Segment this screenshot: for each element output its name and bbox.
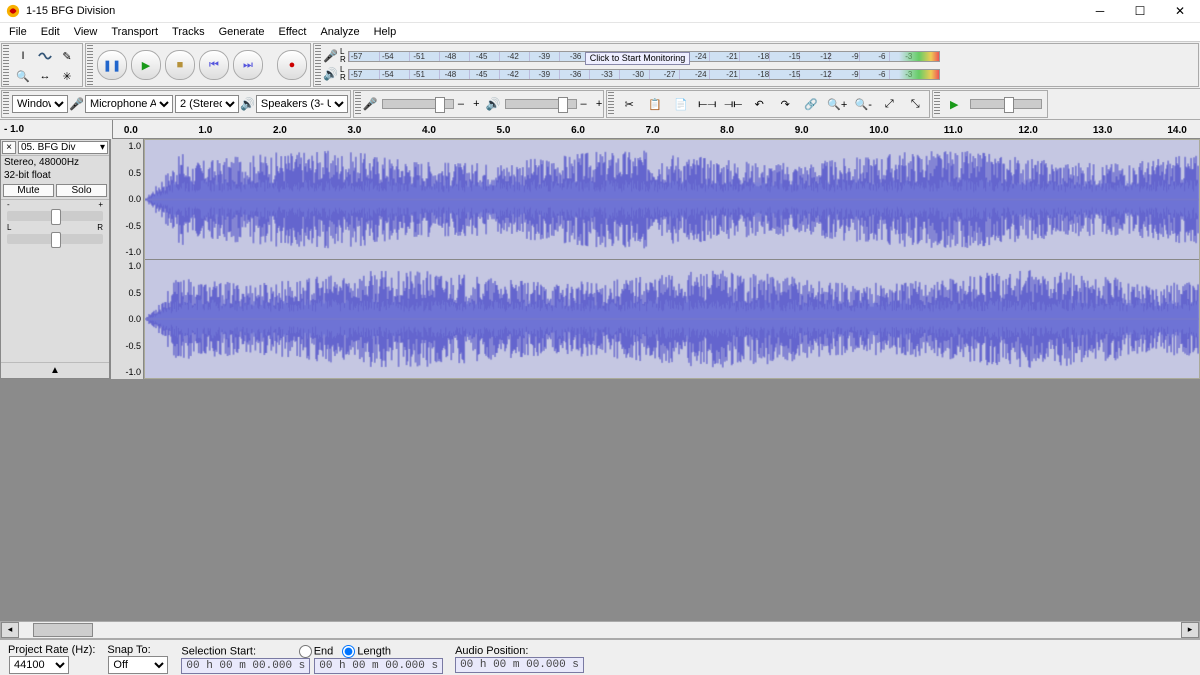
selection-toolbar: Project Rate (Hz): 44100 Snap To: Off Se… [0,639,1200,675]
end-radio[interactable] [299,645,312,658]
speaker-vol-icon: 🔊 [486,97,501,111]
waveform-display[interactable] [144,139,1200,379]
timeshift-tool[interactable]: ↔ [34,65,56,87]
track-area: × 05. BFG Div▾ Stereo, 48000Hz 32-bit fl… [0,139,1200,379]
length-radio[interactable] [342,645,355,658]
menu-help[interactable]: Help [367,24,404,40]
undo-button[interactable]: ↶ [747,92,771,116]
snap-to-label: Snap To: [107,644,169,656]
mixer-toolbar: 🎤 –⁠ + 🔊 –⁠ + [353,90,604,118]
menu-file[interactable]: File [2,24,34,40]
skip-start-button[interactable]: ⏮ [199,50,229,80]
transport-toolbar: ❚❚ ▶ ■ ⏮ ⏭ ● [85,43,311,87]
record-volume-slider[interactable] [382,99,454,109]
zoom-out-button[interactable]: 🔍- [851,92,875,116]
playback-volume-slider[interactable] [505,99,577,109]
window-titlebar: 1-15 BFG Division ─ ☐ ✕ [0,0,1200,23]
record-meter[interactable]: -57-54-51-48-45-42-39-36-33-30-27-24-21-… [348,51,940,62]
track-collapse-button[interactable]: ▲ [1,362,109,378]
selection-length-field[interactable]: 00 h 00 m 00.000 s [314,658,443,674]
playback-meter[interactable]: -57-54-51-48-45-42-39-36-33-30-27-24-21-… [348,69,940,80]
audacity-icon [6,4,20,18]
mic-icon: 🎤 [69,97,84,111]
play-button[interactable]: ▶ [131,50,161,80]
record-meter-icon[interactable]: 🎤 [323,49,338,63]
selection-start-label: Selection Start: [181,645,256,657]
fit-project-button[interactable]: ⤡ [903,92,927,116]
play-at-speed-button[interactable]: ▶ [943,93,965,115]
menu-generate[interactable]: Generate [212,24,272,40]
project-rate-label: Project Rate (Hz): [8,644,95,656]
menu-edit[interactable]: Edit [34,24,67,40]
host-select[interactable]: Window: [12,95,68,113]
snap-to-select[interactable]: Off [108,656,168,674]
record-button[interactable]: ● [277,50,307,80]
playback-meter-icon[interactable]: 🔊 [323,67,338,81]
mic-vol-icon: 🎤 [363,97,378,111]
scroll-left-button[interactable]: ◂ [1,622,19,638]
audio-position-label: Audio Position: [455,645,584,657]
menubar: File Edit View Transport Tracks Generate… [0,23,1200,42]
paste-button[interactable]: 📄 [669,92,693,116]
mute-button[interactable]: Mute [3,184,54,197]
meter-lr-label: LR [340,48,346,64]
speed-slider[interactable] [970,99,1042,109]
menu-view[interactable]: View [67,24,105,40]
skip-end-button[interactable]: ⏭ [233,50,263,80]
menu-effect[interactable]: Effect [272,24,314,40]
tools-toolbar: I ✎ 🔍 ↔ ✳ [1,43,83,87]
device-toolbar: Window: 🎤 Microphone Ar 2 (Stereo) 🔊 Spe… [1,90,351,118]
track-name: 05. BFG Div [21,142,75,153]
trim-button[interactable]: ⟝⟞ [695,92,719,116]
zoom-tool[interactable]: 🔍 [12,65,34,87]
selection-start-field[interactable]: 00 h 00 m 00.000 s [181,658,310,674]
track-control-panel: × 05. BFG Div▾ Stereo, 48000Hz 32-bit fl… [0,139,110,379]
menu-transport[interactable]: Transport [104,24,165,40]
edit-toolbar: ✂ 📋 📄 ⟝⟞ ⟞⟝ ↶ ↷ 🔗 🔍+ 🔍- ⤢ ⤡ [606,90,930,118]
stop-button[interactable]: ■ [165,50,195,80]
silence-button[interactable]: ⟞⟝ [721,92,745,116]
multi-tool[interactable]: ✳ [56,65,78,87]
output-device-select[interactable]: Speakers (3- US [256,95,348,113]
envelope-tool[interactable] [34,45,56,67]
speaker-icon: 🔊 [240,97,255,111]
transcription-toolbar: ▶ [932,90,1048,118]
pause-button[interactable]: ❚❚ [97,50,127,80]
solo-button[interactable]: Solo [56,184,107,197]
empty-tracks-area[interactable] [0,379,1200,621]
channels-select[interactable]: 2 (Stereo) [175,95,239,113]
pan-slider[interactable] [7,234,103,244]
redo-button[interactable]: ↷ [773,92,797,116]
track-menu[interactable]: 05. BFG Div▾ [18,141,108,154]
scroll-thumb[interactable] [33,623,93,637]
close-button[interactable]: ✕ [1160,0,1200,22]
h-scrollbar[interactable]: ◂ ▸ [0,621,1200,639]
project-rate-select[interactable]: 44100 [9,656,69,674]
menu-analyze[interactable]: Analyze [313,24,366,40]
maximize-button[interactable]: ☐ [1120,0,1160,22]
zoom-in-button[interactable]: 🔍+ [825,92,849,116]
meter-lr-label: LR [340,66,346,82]
input-device-select[interactable]: Microphone Ar [85,95,173,113]
track-format: Stereo, 48000Hz [1,156,109,169]
fit-selection-button[interactable]: ⤢ [877,92,901,116]
meters-toolbar: 🎤 LR -57-54-51-48-45-42-39-36-33-30-27-2… [313,43,1199,87]
draw-tool[interactable]: ✎ [56,45,78,67]
minimize-button[interactable]: ─ [1080,0,1120,22]
track-bitdepth: 32-bit float [1,169,109,182]
menu-tracks[interactable]: Tracks [165,24,212,40]
selection-tool[interactable]: I [12,45,34,67]
cut-button[interactable]: ✂ [617,92,641,116]
time-ruler[interactable]: 0.01.02.03.04.05.06.07.08.09.010.011.012… [113,120,1200,139]
audio-position-field[interactable]: 00 h 00 m 00.000 s [455,657,584,673]
window-title: 1-15 BFG Division [26,5,115,17]
track-close-button[interactable]: × [2,141,16,154]
sync-lock-button[interactable]: 🔗 [799,92,823,116]
monitor-message[interactable]: Click to Start Monitoring [585,52,691,65]
copy-button[interactable]: 📋 [643,92,667,116]
ruler-negative: - 1.0 [0,120,113,139]
scroll-right-button[interactable]: ▸ [1181,622,1199,638]
gain-slider[interactable] [7,211,103,221]
